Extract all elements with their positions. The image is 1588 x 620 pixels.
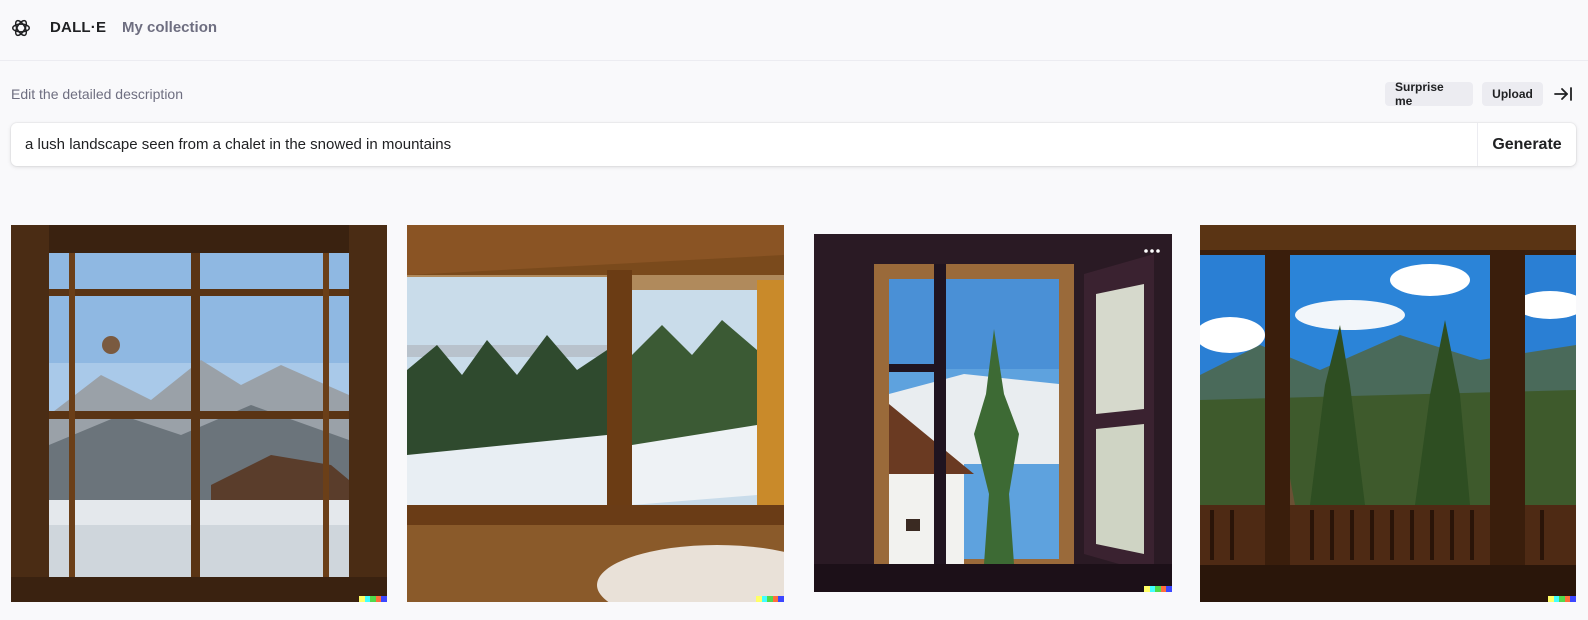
generated-image-3[interactable] (814, 234, 1172, 592)
generated-image-4[interactable] (1200, 225, 1576, 602)
top-bar: DALL·E My collection (0, 0, 1588, 61)
more-options-icon[interactable] (1142, 244, 1162, 258)
image-3-signature (1144, 586, 1172, 592)
brand-title[interactable]: DALL·E (50, 19, 106, 36)
image-4-signature (1548, 596, 1576, 602)
surprise-me-button[interactable]: Surprise me (1385, 80, 1473, 108)
image-4-picture (1200, 225, 1576, 602)
image-3-picture (814, 234, 1172, 592)
upload-button[interactable]: Upload (1482, 82, 1543, 106)
collapse-panel-icon[interactable] (1553, 85, 1573, 103)
openai-logo-icon[interactable] (10, 17, 32, 39)
image-1-signature (359, 596, 387, 602)
image-2-picture (407, 225, 784, 602)
generate-button[interactable]: Generate (1477, 123, 1576, 166)
generated-image-2[interactable] (407, 225, 784, 602)
nav-my-collection[interactable]: My collection (122, 19, 217, 36)
image-2-signature (756, 596, 784, 602)
prompt-input[interactable]: a lush landscape seen from a chalet in t… (11, 123, 1477, 166)
edit-description-hint: Edit the detailed description (11, 86, 183, 102)
image-1-picture (11, 225, 387, 602)
prompt-bar: a lush landscape seen from a chalet in t… (11, 123, 1576, 166)
generated-image-1[interactable] (11, 225, 387, 602)
